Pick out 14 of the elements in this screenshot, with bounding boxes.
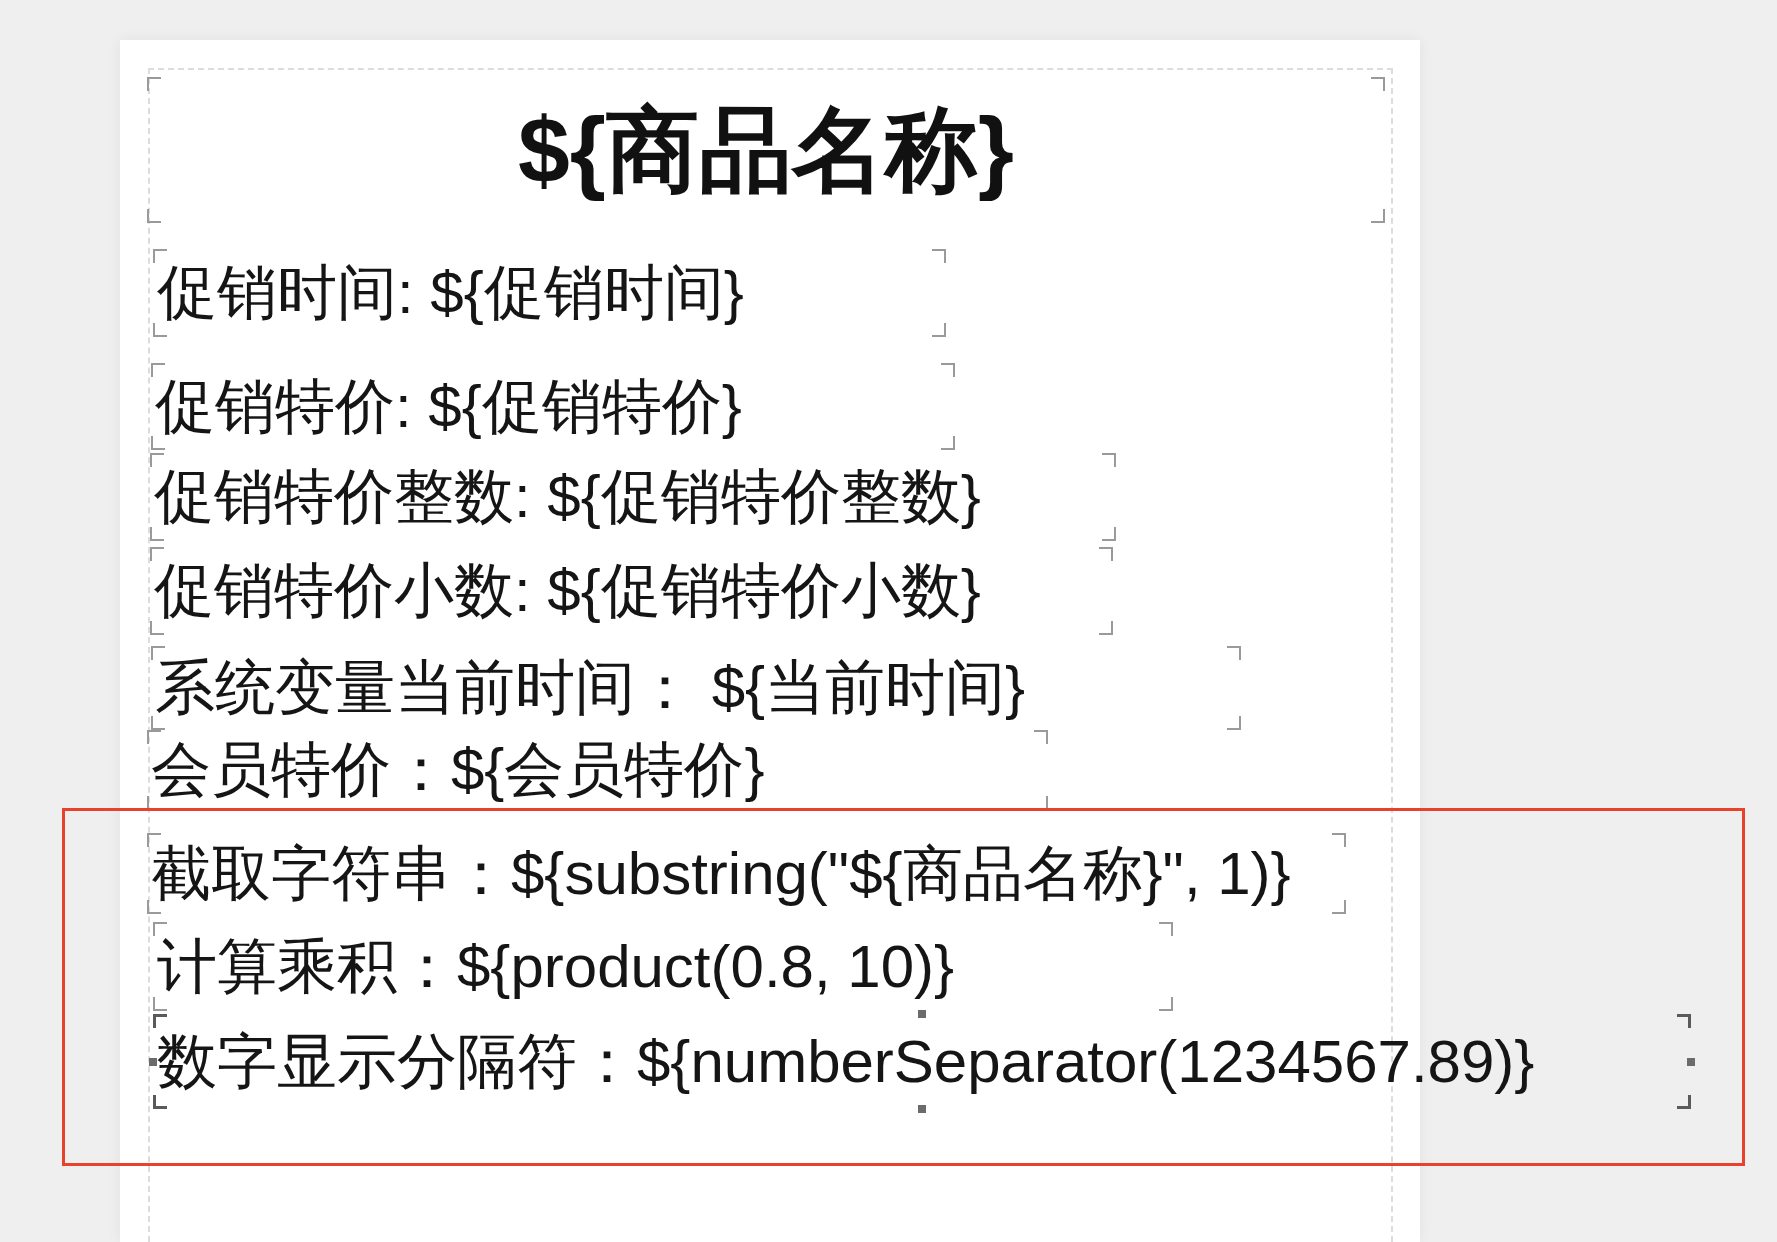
text-block: 截取字符串：${substring("${商品名称}", 1)}: [147, 833, 1346, 914]
text-block: 促销特价整数: ${促销特价整数}: [150, 453, 1116, 541]
title-block: ${商品名称}: [147, 77, 1385, 223]
text-block: 会员特价：${会员特价}: [147, 730, 1048, 810]
text-block: 计算乘积：${product(0.8, 10)}: [153, 922, 1173, 1011]
resize-handle-icon[interactable]: [149, 1057, 157, 1066]
text-block: 促销特价小数: ${促销特价小数}: [150, 547, 1113, 635]
text-block: 促销时间: ${促销时间}: [153, 249, 946, 337]
text-block: 促销特价: ${促销特价}: [151, 363, 955, 450]
resize-handle-icon[interactable]: [918, 1105, 926, 1113]
resize-handle-icon[interactable]: [1687, 1057, 1695, 1066]
text-block: 系统变量当前时间： ${当前时间}: [151, 646, 1241, 730]
resize-handle-icon[interactable]: [918, 1010, 926, 1018]
text-block: 数字显示分隔符：${numberSeparator(1234567.89)}: [153, 1014, 1691, 1109]
